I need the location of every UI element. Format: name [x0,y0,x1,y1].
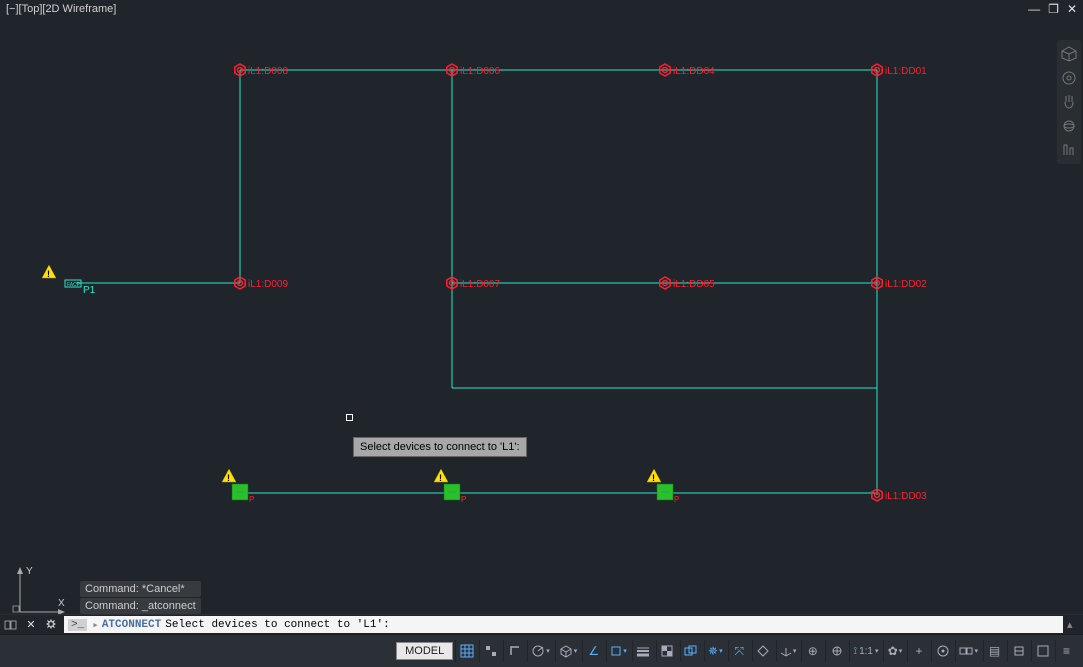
selection-filtering-button[interactable] [752,640,774,662]
panel-device[interactable]: FACPP1 [65,280,96,296]
pan-icon[interactable] [1059,92,1079,112]
ucs-icon: Y X [10,562,70,622]
dynamic-ucs-button[interactable]: ⤧ [728,640,750,662]
device-node[interactable]: iL1:DD04 [660,64,715,77]
polar-tracking-button[interactable]: ▾ [527,640,553,662]
units-button[interactable]: ▾ [955,640,981,662]
grid-display-button[interactable] [455,640,477,662]
annotation-scale-button[interactable]: ⟟ 1:1 ▾ [849,640,881,662]
snap-mode-button[interactable] [479,640,501,662]
green-device[interactable]: P [232,484,254,504]
3d-osnap-button[interactable]: ✵▾ [704,640,726,662]
device-label: iL1:DD02 [885,279,927,290]
transparency-button[interactable] [656,640,678,662]
command-bar: ✕ >_ ▸ ATCONNECT Select devices to conne… [0,614,1083,634]
device-node[interactable]: iL1:DD01 [872,64,927,77]
window-controls: — ❐ ✕ [1028,2,1077,16]
device-node[interactable]: iL1:DD02 [872,277,927,290]
svg-text:!: ! [652,473,655,483]
clean-screen-button[interactable] [1031,640,1053,662]
device-node[interactable]: iL1:D008 [235,64,289,77]
viewcube-icon[interactable] [1059,44,1079,64]
device-label: iL1:D007 [460,279,500,290]
device-label: iL1:D009 [248,279,288,290]
steering-wheel-icon[interactable] [1059,68,1079,88]
isodraft-button[interactable]: ▾ [555,640,581,662]
svg-text:X: X [58,598,65,609]
selection-cycling-button[interactable] [680,640,702,662]
panel-label: P1 [83,285,96,296]
device-node[interactable]: iL1:D007 [447,277,501,290]
isolate-objects-button[interactable] [1007,640,1029,662]
command-history: Command: *Cancel*Command: _atconnect [80,580,201,614]
green-device[interactable]: P [657,484,679,504]
history-line: Command: *Cancel* [80,581,201,597]
status-bar: MODEL ▾ ▾ ∠ ▾ ✵▾ [0,634,1083,667]
gizmo-button[interactable]: ▾ [776,640,800,662]
navigation-bar [1057,40,1081,164]
device-label: iL1:DD01 [885,66,927,77]
annotation-visibility-button[interactable]: ⊕ [801,640,823,662]
viewport-title: [−][Top][2D Wireframe] [0,0,1083,18]
drawing-svg: iL1:D008 iL1:D006 iL1:DD04 iL1:DD01 iL1:D009… [0,18,1083,634]
svg-text:Y: Y [26,566,33,577]
device-label: iL1:D006 [460,66,500,77]
prompt-tooltip: Select devices to connect to 'L1': [353,437,527,457]
close-button[interactable]: ✕ [1067,2,1077,16]
device-label: iL1:D008 [248,66,288,77]
minimize-button[interactable]: — [1028,2,1040,16]
command-prompt-icon: >_ [68,619,87,631]
device-node[interactable]: iL1:DD03 [872,489,927,502]
hardware-acceleration-button[interactable] [931,640,953,662]
cmd-close-icon[interactable]: ✕ [22,616,40,634]
svg-text:FACP: FACP [67,282,81,288]
layout-tabs-icon[interactable] [2,616,20,634]
model-space-button[interactable]: MODEL [396,642,453,660]
warning-icon: ! [647,469,661,483]
maximize-button[interactable]: ❐ [1048,2,1059,16]
tooltip-text: Select devices to connect to 'L1': [360,441,520,453]
annotation-monitor-button[interactable]: + [907,640,929,662]
device-node[interactable]: iL1:D006 [447,64,501,77]
viewport-title-text: [−][Top][2D Wireframe] [6,3,116,15]
warning-icon: ! [42,265,56,279]
command-history-toggle[interactable]: ▴ [1067,618,1083,631]
green-device[interactable]: P [444,484,466,504]
svg-text:!: ! [227,473,230,483]
object-snap-tracking-button[interactable]: ∠ [582,640,604,662]
autoscale-button[interactable] [825,640,847,662]
ortho-mode-button[interactable] [503,640,525,662]
command-prompt-text: Select devices to connect to 'L1': [165,619,389,631]
device-label: iL1:DD04 [673,66,715,77]
command-line[interactable]: >_ ▸ ATCONNECT Select devices to connect… [64,616,1063,633]
device-node[interactable]: iL1:D009 [235,277,289,290]
showmotion-icon[interactable] [1059,140,1079,160]
cmd-customize-icon[interactable] [42,616,60,634]
object-snap-button[interactable]: ▾ [606,640,630,662]
warning-icon: ! [434,469,448,483]
lineweight-button[interactable] [632,640,654,662]
history-line: Command: _atconnect [80,598,201,614]
device-label: iL1:DD05 [673,279,715,290]
device-sub: P [249,495,254,504]
warning-icon: ! [222,469,236,483]
quick-properties-button[interactable]: ▤ [983,640,1005,662]
pickbox-cursor [346,414,353,421]
device-node[interactable]: iL1:DD05 [660,277,715,290]
command-input[interactable] [394,619,1059,631]
svg-text:!: ! [439,473,442,483]
svg-text:!: ! [47,269,50,279]
drawing-canvas[interactable]: iL1:D008 iL1:D006 iL1:DD04 iL1:DD01 iL1:D009… [0,18,1083,634]
device-sub: P [461,495,466,504]
customization-button[interactable]: ≡ [1055,640,1077,662]
orbit-icon[interactable] [1059,116,1079,136]
device-sub: P [674,495,679,504]
device-label: iL1:DD03 [885,491,927,502]
command-name: ATCONNECT [102,619,161,631]
command-chevron: ▸ [92,618,99,632]
workspace-switching-button[interactable]: ✿▾ [883,640,905,662]
